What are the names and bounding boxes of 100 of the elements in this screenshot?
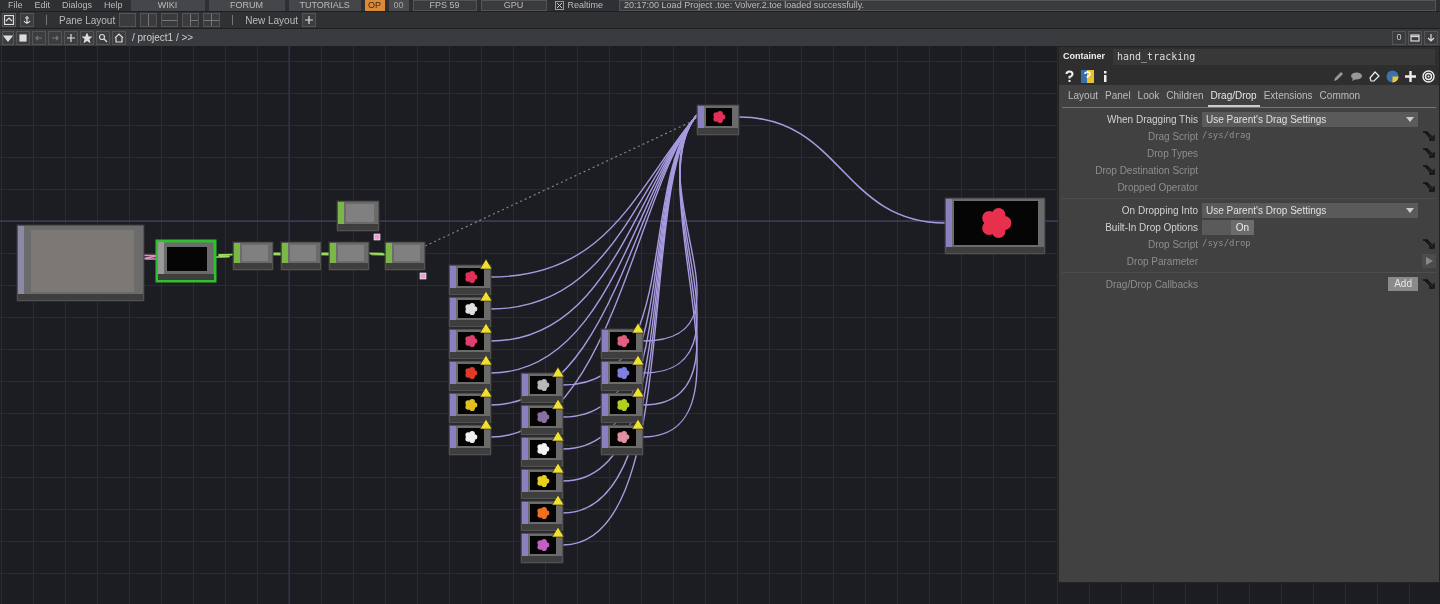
parameter-tab[interactable]: Children <box>1163 88 1207 107</box>
realtime-checkbox[interactable] <box>554 1 564 10</box>
node-label-bar <box>282 263 320 269</box>
input-strip <box>338 202 344 224</box>
dropdown-menu[interactable]: Use Parent's Drop Settings <box>1202 202 1418 218</box>
parameter-label: Drop Parameter <box>1125 254 1198 269</box>
input-strip <box>698 106 704 128</box>
operator-name-field[interactable]: hand_tracking <box>1113 49 1435 65</box>
input-strip <box>450 298 456 320</box>
input-strip <box>450 426 456 448</box>
wire <box>142 254 159 260</box>
viewer-thumbnail <box>167 247 207 271</box>
dropdown-icon[interactable] <box>2 30 14 45</box>
stop-icon[interactable] <box>16 30 30 45</box>
parameter-tab[interactable]: Layout <box>1065 88 1102 107</box>
node-label-bar <box>602 448 642 454</box>
node-label-bar <box>330 263 368 269</box>
input-strip <box>522 374 528 396</box>
parameter-tab[interactable]: Extensions <box>1260 88 1316 107</box>
input-strip <box>282 243 288 263</box>
parameter-label: Drag/Drop Callbacks <box>1104 277 1198 292</box>
node-label-bar <box>450 448 490 454</box>
help-icon[interactable] <box>1063 69 1076 83</box>
node-label-bar <box>522 524 562 530</box>
input-strip <box>522 470 528 492</box>
pencil-icon[interactable] <box>1332 69 1345 83</box>
node-label-bar <box>522 556 562 562</box>
layout-button[interactable] <box>203 13 221 27</box>
download-icon[interactable] <box>1424 30 1438 45</box>
parameter-label: When Dragging This <box>1106 112 1198 127</box>
target-icon[interactable] <box>1422 69 1435 83</box>
node-label-bar <box>602 416 642 422</box>
indicator[interactable]: 00 <box>388 0 409 11</box>
node-label-bar <box>522 492 562 498</box>
readout: GPU <box>480 0 547 11</box>
parameter-label: Built-In Drop Options <box>1104 220 1198 235</box>
parameter-label: Drop Script <box>1147 237 1198 252</box>
input-strip <box>450 362 456 384</box>
node-label-bar <box>602 384 642 390</box>
node-label-bar <box>602 352 642 358</box>
parameter-label: Drop Types <box>1146 146 1198 161</box>
input-strip <box>602 394 608 416</box>
wire <box>368 252 386 256</box>
node-label-bar <box>338 224 378 230</box>
wire <box>214 253 234 258</box>
input-strip <box>450 330 456 352</box>
parameter-tab[interactable]: Panel <box>1102 88 1134 107</box>
node-label-bar <box>450 320 490 326</box>
input-strip <box>330 243 336 263</box>
node-label-bar <box>386 263 424 269</box>
node-label-bar <box>450 416 490 422</box>
eraser-icon[interactable] <box>1368 69 1381 83</box>
input-strip <box>602 362 608 384</box>
parameter-tab[interactable]: Look <box>1134 88 1163 107</box>
toggle-switch[interactable]: On <box>1202 219 1254 235</box>
indicator[interactable]: OP <box>364 0 385 11</box>
collapse-icon[interactable] <box>2 13 16 27</box>
input-strip <box>946 199 952 247</box>
link-button[interactable]: TUTORIALS <box>288 0 361 11</box>
counter-button[interactable]: 0 <box>1392 30 1406 45</box>
parameter-tab[interactable]: Common <box>1316 88 1364 107</box>
input-strip <box>450 266 456 288</box>
layout-button[interactable] <box>161 13 179 27</box>
input-strip <box>522 438 528 460</box>
layout-button[interactable] <box>182 13 200 27</box>
menu-item[interactable]: Edit <box>30 1 55 10</box>
play-icon <box>1425 257 1433 265</box>
python-icon[interactable] <box>1386 69 1399 83</box>
home-icon[interactable] <box>112 30 126 45</box>
toolbar-label: New Layout <box>245 13 298 28</box>
window-icon[interactable] <box>1408 30 1422 45</box>
input-strip <box>234 243 240 263</box>
anchor-icon[interactable] <box>20 13 34 27</box>
node-label-bar <box>522 428 562 434</box>
link-button[interactable]: FORUM <box>208 0 285 11</box>
star-icon[interactable] <box>80 30 94 45</box>
menu-item[interactable]: Help <box>100 1 127 10</box>
node-label-bar <box>698 128 738 134</box>
layout-button[interactable] <box>140 13 158 27</box>
menu-item[interactable]: File <box>4 1 27 10</box>
link-button[interactable]: WIKI <box>130 0 205 11</box>
path-breadcrumb[interactable]: / project1 / >> <box>132 30 194 45</box>
python-help-icon[interactable] <box>1081 69 1094 83</box>
dropdown-menu[interactable]: Use Parent's Drag Settings <box>1202 111 1418 127</box>
search-icon[interactable] <box>96 30 110 45</box>
status-message: 20:17:00 Load Project .toe: Volver.2.toe loaded successfully. <box>619 0 1436 11</box>
node-label-bar <box>234 263 272 269</box>
toolbar-label: Pane Layout <box>59 13 116 28</box>
parameter-label: Dropped Operator <box>1116 180 1198 195</box>
caret-icon <box>1406 116 1414 122</box>
parameter-label: Drag Script <box>1147 129 1198 144</box>
node-label-bar <box>158 274 214 280</box>
node-label-bar <box>450 384 490 390</box>
node-label-bar <box>450 352 490 358</box>
parameter-label: Drop Destination Script <box>1094 163 1198 178</box>
node-label-bar <box>450 288 490 294</box>
input-strip <box>602 330 608 352</box>
parameter-tab[interactable]: Drag/Drop <box>1207 88 1260 107</box>
checkbox-label: Realtime <box>567 1 604 10</box>
menu-item[interactable]: Dialogs <box>58 1 97 10</box>
